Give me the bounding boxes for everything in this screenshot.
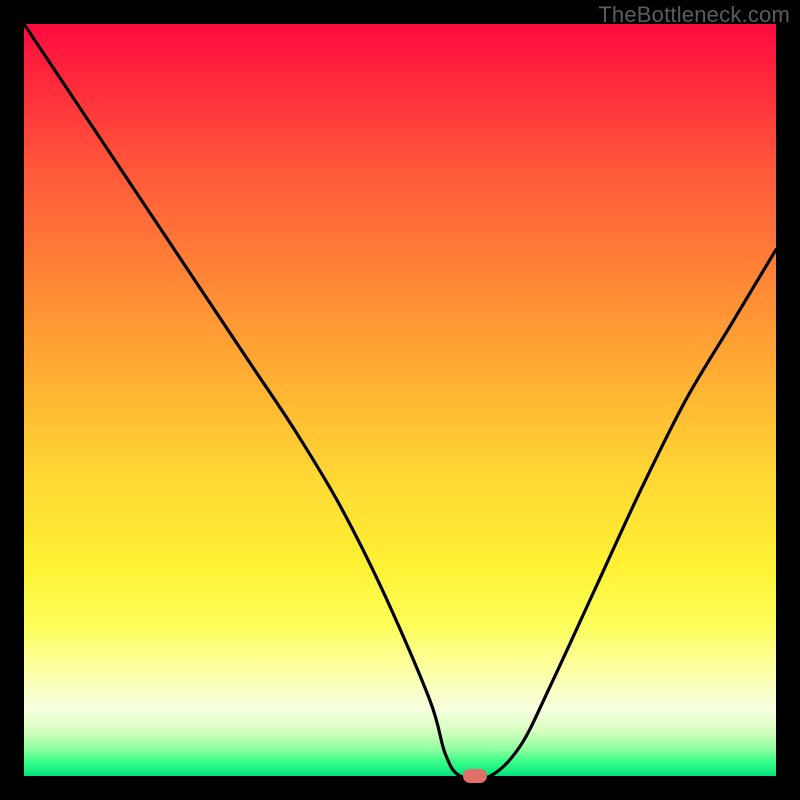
curve-layer xyxy=(24,24,776,776)
bottleneck-curve xyxy=(24,24,776,776)
min-marker xyxy=(463,769,487,783)
chart-frame: TheBottleneck.com xyxy=(0,0,800,800)
watermark-text: TheBottleneck.com xyxy=(598,2,790,28)
plot-area xyxy=(24,24,776,776)
